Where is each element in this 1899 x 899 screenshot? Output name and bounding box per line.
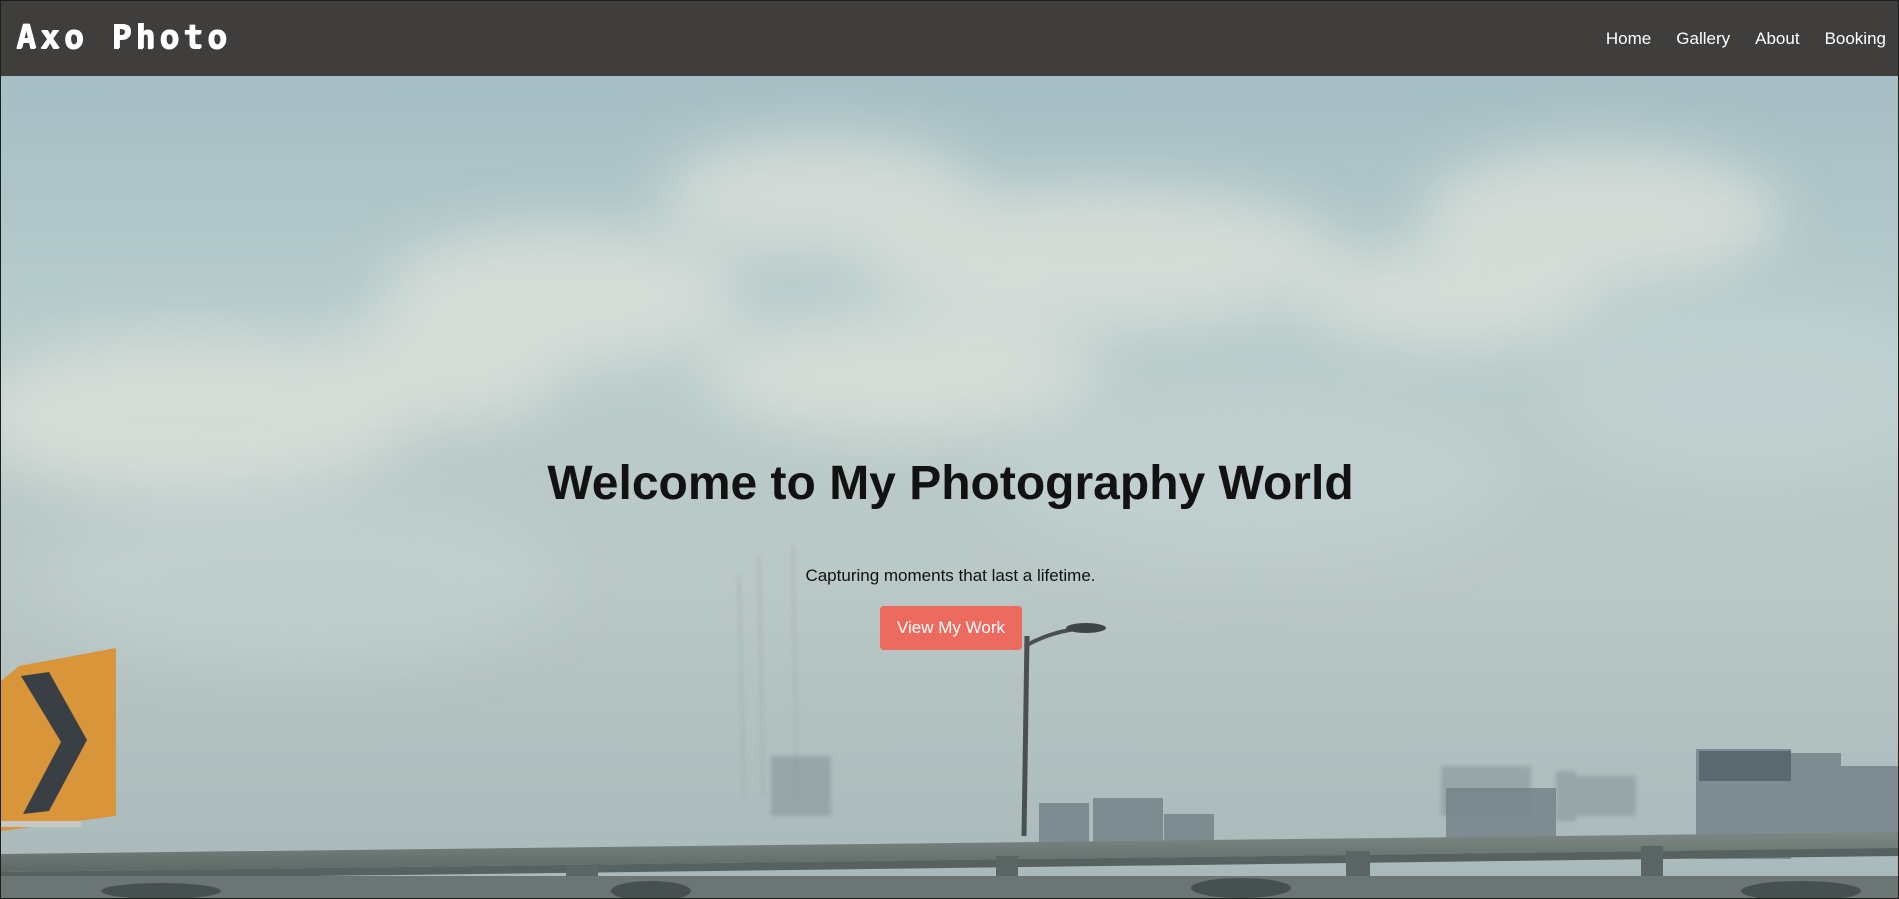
nav-link-gallery[interactable]: Gallery	[1676, 29, 1730, 49]
nav-link-home[interactable]: Home	[1606, 29, 1651, 49]
hero-subtitle: Capturing moments that last a lifetime.	[805, 566, 1096, 585]
site-logo[interactable]: Axo Photo	[16, 13, 231, 59]
navbar: Axo Photo Home Gallery About Booking	[1, 1, 1898, 76]
hero-section: Welcome to My Photography World Capturin…	[1, 76, 1898, 898]
hero-content: Welcome to My Photography World Capturin…	[1, 76, 1898, 898]
hero-title: Welcome to My Photography World	[547, 457, 1354, 510]
view-my-work-button[interactable]: View My Work	[880, 606, 1022, 650]
nav-link-booking[interactable]: Booking	[1825, 29, 1886, 49]
page: Axo Photo Home Gallery About Booking Wel…	[0, 0, 1899, 899]
nav-link-about[interactable]: About	[1755, 29, 1799, 49]
nav-menu: Home Gallery About Booking	[1606, 1, 1886, 76]
